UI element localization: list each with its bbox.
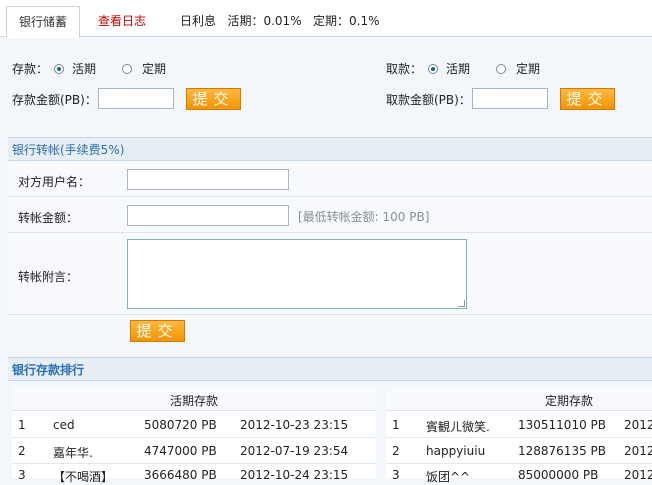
table-cell-name: 嘉年华. (53, 446, 93, 460)
table-cell-time: 2012 (624, 418, 652, 432)
transfer-section-title: 银行转帐(手续费5%) (8, 137, 652, 161)
table-cell-time: 2012-10-24 23:15 (240, 468, 349, 482)
table-cell-time: 2012 (624, 468, 652, 482)
row-divider (386, 463, 652, 464)
resize-handle-icon[interactable] (458, 300, 465, 307)
row-divider (12, 463, 376, 464)
table-cell-name: ced (53, 418, 75, 432)
withdraw-current-label: 活期 (446, 62, 471, 76)
table-cell-name: happyiuiu (426, 444, 486, 458)
table-cell-name: 饭团^^ (426, 470, 471, 484)
withdraw-amount-input[interactable] (472, 88, 548, 109)
table-cell-amount: 5080720 PB (144, 418, 217, 432)
withdraw-submit-button[interactable]: 提交 (560, 88, 615, 110)
fixed-rate: 定期：0.1% (313, 14, 380, 28)
table-cell-rank: 3 (18, 468, 26, 482)
table-cell-name: 賓観ㄦ微笑. (426, 420, 490, 434)
current-rate: 活期：0.01% (227, 14, 302, 28)
table-cell-amount: 4747000 PB (144, 444, 217, 458)
deposit-fixed-label: 定期 (142, 62, 167, 76)
recipient-label: 对方用户名： (18, 175, 91, 189)
daily-interest-label: 日利息 (180, 14, 217, 28)
transfer-recipient-row (8, 161, 652, 197)
withdraw-amount-label: 取款金额(PB)： (386, 93, 471, 107)
table-cell-rank: 3 (392, 468, 400, 482)
table-cell-name: 【不喝酒】 (53, 470, 114, 484)
withdraw-fixed-label: 定期 (516, 62, 541, 76)
deposit-amount-input[interactable] (98, 88, 174, 109)
row-divider (386, 437, 652, 438)
transfer-note-label: 转帐附言： (18, 270, 79, 284)
table-cell-rank: 2 (392, 444, 400, 458)
tab-bank-savings[interactable]: 银行储蓄 (6, 6, 81, 38)
table-cell-rank: 1 (18, 418, 26, 432)
deposit-label: 存款： (12, 62, 49, 76)
table-cell-amount: 130511010 PB (518, 418, 606, 432)
table-cell-amount: 85000000 PB (518, 468, 599, 482)
table-cell-time: 2012-07-19 23:54 (240, 444, 349, 458)
transfer-amount-input[interactable] (127, 205, 289, 226)
deposit-submit-button[interactable]: 提交 (186, 88, 241, 110)
table-cell-amount: 128876135 PB (518, 444, 606, 458)
current-deposit-header: 活期存款 (170, 394, 219, 408)
withdraw-current-radio[interactable] (428, 64, 438, 74)
ranking-section-title: 银行存款排行 (8, 357, 652, 381)
tab-view-log[interactable]: 查看日志 (86, 6, 158, 36)
fixed-deposit-header-row (386, 386, 652, 411)
deposit-amount-label: 存款金额(PB)： (12, 93, 97, 107)
transfer-note-textarea[interactable] (127, 239, 467, 309)
table-cell-time: 2012-10-23 23:15 (240, 418, 349, 432)
deposit-fixed-radio[interactable] (122, 64, 132, 74)
withdraw-fixed-radio[interactable] (496, 64, 506, 74)
interest-rate-info: 日利息 活期：0.01% 定期：0.1% (180, 6, 380, 36)
deposit-current-label: 活期 (72, 62, 97, 76)
table-cell-time: 2012 (624, 444, 652, 458)
table-cell-rank: 1 (392, 418, 400, 432)
withdraw-label: 取款： (386, 62, 423, 76)
transfer-submit-row (8, 315, 652, 347)
deposit-current-radio[interactable] (54, 64, 64, 74)
row-divider (12, 437, 376, 438)
fixed-deposit-header: 定期存款 (545, 394, 594, 408)
transfer-amount-label: 转帐金额： (18, 211, 79, 225)
table-cell-amount: 3666480 PB (144, 468, 217, 482)
table-cell-rank: 2 (18, 444, 26, 458)
recipient-input[interactable] (127, 169, 289, 190)
min-transfer-hint: [最低转帐金额: 100 PB] (298, 210, 430, 224)
transfer-submit-button[interactable]: 提交 (130, 320, 185, 342)
